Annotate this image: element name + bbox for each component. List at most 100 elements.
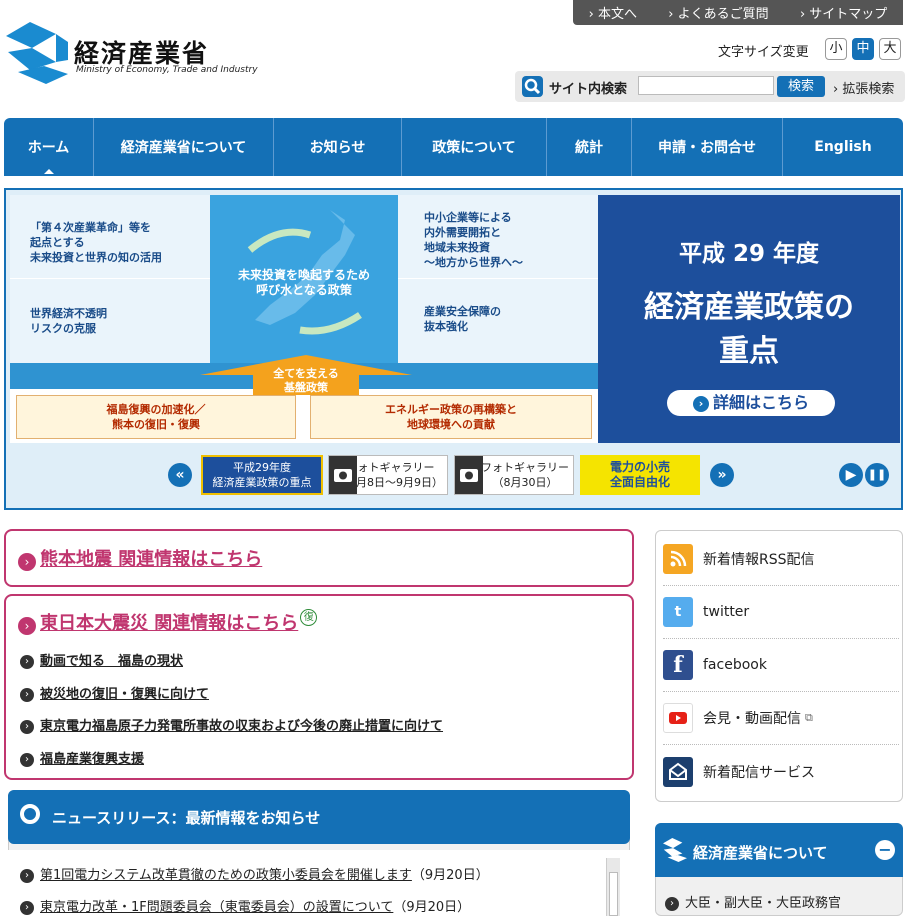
arrow-right-icon: › bbox=[20, 719, 34, 734]
banner-title: 経済産業政策の 重点 bbox=[644, 290, 854, 369]
search-input[interactable] bbox=[638, 76, 774, 95]
news-item-date: （9月20日） bbox=[393, 900, 471, 915]
side-link-label: facebook bbox=[703, 657, 767, 673]
about-item-label: 大臣・副大臣・大臣政務官 bbox=[685, 896, 842, 911]
side-link-label: 新着情報RSS配信 bbox=[703, 552, 815, 568]
nav-english[interactable]: English bbox=[783, 118, 903, 176]
divider bbox=[398, 278, 598, 279]
skip-to-content-link[interactable]: 本文へ bbox=[589, 3, 637, 22]
search-icon bbox=[522, 76, 543, 97]
nav-statistics[interactable]: 統計 bbox=[547, 118, 632, 176]
side-link-label: 会見・動画配信 bbox=[703, 711, 801, 727]
about-title: 経済産業省について bbox=[693, 844, 828, 862]
arrow-right-icon: › bbox=[20, 900, 34, 915]
slider-pause-button[interactable]: ❚❚ bbox=[865, 463, 889, 487]
side-link-mail[interactable]: 新着配信サービス bbox=[663, 745, 899, 798]
arrow-right-icon: › bbox=[665, 896, 679, 911]
thumb-policy-focus[interactable]: 平成29年度 経済産業政策の重点 bbox=[201, 455, 323, 495]
tohoku-item-link[interactable]: 被災地の復旧・復興に向けて bbox=[40, 687, 209, 702]
side-link-twitter[interactable]: t twitter bbox=[663, 586, 899, 639]
side-link-video[interactable]: 会見・動画配信 ⧉ bbox=[663, 692, 899, 745]
news-item-link[interactable]: 東京電力改革・1F問題委員会（東電委員会）の設置について bbox=[40, 900, 393, 915]
about-header[interactable]: 経済産業省について − bbox=[655, 823, 903, 877]
slider-prev-button[interactable]: « bbox=[168, 463, 192, 487]
news-scrollbar-thumb[interactable] bbox=[609, 872, 618, 916]
banner-detail-label: 詳細はこちら bbox=[712, 393, 809, 412]
tohoku-item-link[interactable]: 動画で知る 福島の現状 bbox=[40, 654, 183, 669]
search-button[interactable]: 検索 bbox=[777, 76, 825, 97]
tohoku-item: › 動画で知る 福島の現状 bbox=[20, 650, 183, 669]
meti-logo-icon[interactable] bbox=[6, 22, 68, 84]
tohoku-item: › 被災地の復旧・復興に向けて bbox=[20, 683, 209, 702]
sitemap-link[interactable]: サイトマップ bbox=[800, 3, 887, 22]
recovery-badge-icon: 復 bbox=[300, 609, 318, 626]
slider-play-button[interactable]: ▶ bbox=[839, 463, 863, 487]
tohoku-link[interactable]: 東日本大震災 関連情報はこちら bbox=[40, 613, 298, 634]
camera-icon bbox=[455, 456, 483, 494]
arrow-right-icon: › bbox=[20, 654, 34, 669]
banner-bottom-right: エネルギー政策の再構築と 地球環境への貢献 bbox=[310, 395, 592, 439]
utility-links: 本文へ よくあるご質問 サイトマップ bbox=[573, 0, 903, 25]
banner-detail-button[interactable]: › 詳細はこちら bbox=[667, 390, 835, 416]
nav-application[interactable]: 申請・お問合せ bbox=[632, 118, 783, 176]
nav-policy[interactable]: 政策について bbox=[402, 118, 547, 176]
side-link-facebook[interactable]: f facebook bbox=[663, 639, 899, 692]
banner-cell-2: 中小企業等による 内外需要開拓と 地域未来投資 〜地方から世界へ〜 bbox=[424, 211, 523, 269]
external-link-icon: ⧉ bbox=[805, 711, 813, 724]
facebook-icon: f bbox=[663, 650, 693, 680]
youtube-icon bbox=[663, 703, 693, 733]
kumamoto-row: › 熊本地震 関連情報はこちら bbox=[18, 545, 262, 571]
arrow-right-icon: › bbox=[692, 395, 709, 412]
kumamoto-link[interactable]: 熊本地震 関連情報はこちら bbox=[40, 549, 262, 570]
news-item: › 第1回電力システム改革貫徹のための政策小委員会を開催します（9月20日） bbox=[20, 864, 489, 883]
banner-bottom-left: 福島復興の加速化／ 熊本の復旧・復興 bbox=[16, 395, 296, 439]
tohoku-item-link[interactable]: 東京電力福島原子力発電所事故の収束および今後の廃止措置に向けて bbox=[40, 719, 443, 734]
news-item-date: （9月20日） bbox=[411, 868, 489, 883]
rss-icon bbox=[663, 544, 693, 574]
nav-home[interactable]: ホーム bbox=[4, 118, 94, 176]
news-item: › 東京電力改革・1F問題委員会（東電委員会）の設置について（9月20日） bbox=[20, 896, 470, 915]
about-item[interactable]: › 大臣・副大臣・大臣政務官 bbox=[665, 892, 841, 911]
tohoku-item: › 福島産業復興支援 bbox=[20, 748, 144, 767]
banner-map-text: 未来投資を喚起するため 呼び水となる政策 bbox=[237, 268, 370, 297]
font-size-label: 文字サイズ変更 bbox=[718, 45, 809, 60]
site-subtitle: Ministry of Economy, Trade and Industry bbox=[76, 65, 258, 75]
tohoku-row: › 東日本大震災 関連情報はこちら復 bbox=[18, 609, 318, 635]
mail-icon bbox=[663, 756, 693, 787]
banner-cell-3: 世界経済不透明 リスクの克服 bbox=[30, 307, 107, 335]
banner-cell-1: 「第４次産業革命」等を 起点とする 未来投資と世界の知の活用 bbox=[30, 221, 162, 264]
arrow-right-icon: › bbox=[20, 752, 34, 767]
thumb-electricity[interactable]: 電力の小売 全面自由化 bbox=[580, 455, 700, 495]
camera-icon bbox=[329, 456, 357, 494]
tohoku-item: › 東京電力福島原子力発電所事故の収束および今後の廃止措置に向けて bbox=[20, 715, 443, 734]
arrow-right-icon: › bbox=[18, 616, 36, 635]
nav-news[interactable]: お知らせ bbox=[274, 118, 402, 176]
twitter-icon: t bbox=[663, 597, 693, 627]
font-size-large-button[interactable]: 大 bbox=[879, 38, 901, 60]
side-link-rss[interactable]: 新着情報RSS配信 bbox=[663, 533, 899, 586]
font-size-medium-button[interactable]: 中 bbox=[852, 38, 874, 60]
advanced-search-link[interactable]: 拡張検索 bbox=[833, 78, 894, 97]
news-scrollbar[interactable] bbox=[606, 858, 620, 916]
news-circle-icon bbox=[20, 804, 40, 824]
faq-link[interactable]: よくあるご質問 bbox=[668, 3, 769, 22]
news-item-link[interactable]: 第1回電力システム改革貫徹のための政策小委員会を開催します bbox=[40, 868, 412, 883]
tohoku-item-link[interactable]: 福島産業復興支援 bbox=[40, 752, 144, 767]
thumb-photo-gallery-2-label: フォトギャラリー （8月30日） bbox=[481, 461, 569, 489]
slider-next-button[interactable]: » bbox=[710, 463, 734, 487]
news-header: ニュースリリース：最新情報をお知らせ bbox=[8, 790, 630, 844]
arrow-right-icon: › bbox=[20, 687, 34, 702]
font-size-small-button[interactable]: 小 bbox=[825, 38, 847, 60]
arrow-right-icon: › bbox=[20, 868, 34, 883]
news-title: ニュースリリース：最新情報をお知らせ bbox=[52, 809, 321, 827]
banner-year: 平成 29 年度 bbox=[678, 241, 820, 267]
nav-about[interactable]: 経済産業省について bbox=[94, 118, 274, 176]
divider bbox=[10, 278, 210, 279]
side-link-label: 新着配信サービス bbox=[703, 764, 815, 781]
banner-cell-4: 産業安全保障の 抜本強化 bbox=[424, 305, 501, 333]
arrow-right-icon: › bbox=[18, 552, 36, 571]
collapse-icon[interactable]: − bbox=[875, 840, 895, 860]
search-label: サイト内検索 bbox=[549, 82, 628, 97]
side-link-label: twitter bbox=[703, 604, 750, 620]
global-nav: ホーム 経済産業省について お知らせ 政策について 統計 申請・お問合せ Eng… bbox=[4, 118, 903, 176]
